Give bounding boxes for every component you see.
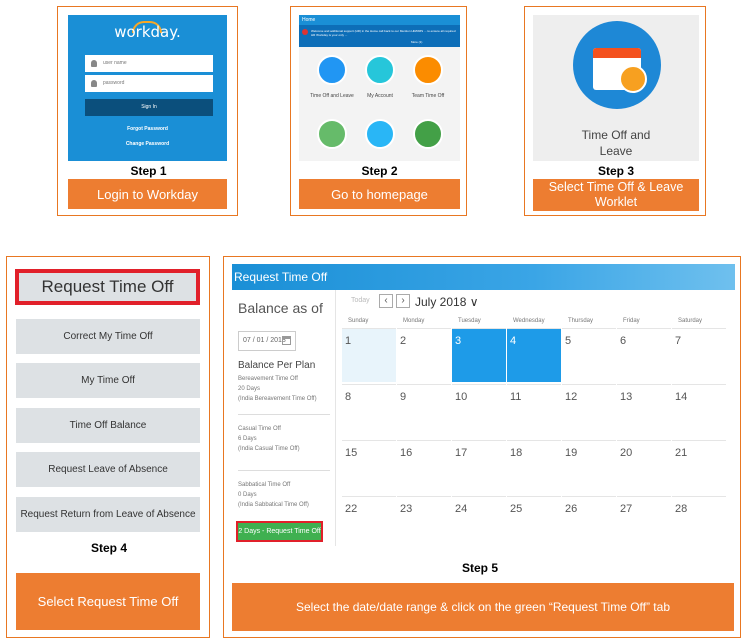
- workday-home-screen: Home Welcome and additional support (HR)…: [299, 15, 460, 161]
- step2-label: Step 2: [361, 164, 398, 178]
- month-selector[interactable]: July 2018 ∨: [415, 295, 479, 309]
- calendar-day-cell[interactable]: 11: [507, 384, 561, 436]
- calendar-day-cell[interactable]: 14: [672, 384, 726, 436]
- calendar-day-cell[interactable]: 18: [507, 440, 561, 492]
- today-button[interactable]: Today: [351, 297, 370, 304]
- calendar-day-cell[interactable]: 7: [672, 328, 726, 382]
- calendar-day-cell[interactable]: 16: [397, 440, 451, 492]
- weekday-header: Sunday: [348, 318, 369, 324]
- my-account-tile-icon[interactable]: [365, 55, 395, 85]
- calendar-day-cell[interactable]: 22: [342, 496, 396, 546]
- calendar-day-cell[interactable]: 6: [617, 328, 671, 382]
- request-leave-of-absence-item[interactable]: Request Leave of Absence: [16, 452, 200, 487]
- step5-label: Step 5: [462, 561, 499, 575]
- calendar-day-cell[interactable]: 8: [342, 384, 396, 436]
- tile-label-my-account: My Account: [367, 93, 393, 99]
- correct-my-time-off-item[interactable]: Correct My Time Off: [16, 319, 200, 354]
- time-off-worklet-icon: [573, 21, 661, 109]
- weekday-header: Monday: [403, 318, 425, 324]
- request-time-off-header: Request Time Off: [232, 264, 735, 290]
- calendar-day-cell[interactable]: 17: [452, 440, 506, 492]
- calendar-day-cell[interactable]: 21: [672, 440, 726, 492]
- heart-tile-icon[interactable]: [365, 119, 395, 149]
- weekday-header: Saturday: [678, 318, 703, 324]
- tile-label-team-time-off: Team Time Off: [411, 93, 445, 99]
- request-time-off-green-button[interactable]: 2 Days - Request Time Off: [236, 521, 323, 542]
- benefits-tile-icon[interactable]: [317, 119, 347, 149]
- calendar-picker-icon[interactable]: [282, 336, 291, 345]
- plan-casual: Casual Time Off 6 Days (India Casual Time …: [238, 426, 300, 452]
- request-return-from-leave-item[interactable]: Request Return from Leave of Absence: [16, 497, 200, 532]
- weekday-header: Tuesday: [458, 318, 481, 324]
- calendar-day-cell[interactable]: 4: [507, 328, 561, 382]
- balance-column: Balance as of 07 / 01 / 2018 Balance Per…: [232, 290, 336, 546]
- sign-in-button[interactable]: Sign In: [85, 99, 213, 116]
- step1-label: Step 1: [130, 164, 167, 178]
- announcement-banner: Welcome and additional support (HR) in t…: [299, 25, 460, 47]
- team-time-off-tile-icon[interactable]: [413, 55, 443, 85]
- calendar-day-cell[interactable]: 28: [672, 496, 726, 546]
- step4-label: Step 4: [90, 541, 127, 555]
- calendar-day-cell[interactable]: 12: [562, 384, 616, 436]
- plan-bereavement: Bereavement Time Off 20 Days (India Bereav…: [238, 376, 317, 402]
- password-field[interactable]: password: [85, 75, 213, 92]
- select-worklet-button: Select Time Off & Leave Worklet: [533, 179, 699, 211]
- plan-sabbatical: Sabbatical Time Off 0 Days (India Sabbatic…: [238, 482, 309, 508]
- weekday-header: Wednesday: [513, 318, 545, 324]
- workday-logo: workday.: [114, 23, 181, 41]
- step3-label: Step 3: [597, 164, 634, 178]
- calendar-day-cell[interactable]: 20: [617, 440, 671, 492]
- step5-instruction-button: Select the date/date range & click on th…: [232, 583, 734, 631]
- prev-month-icon[interactable]: ‹: [379, 294, 393, 308]
- my-time-off-item[interactable]: My Time Off: [16, 363, 200, 398]
- calendar-day-cell[interactable]: 3: [452, 328, 506, 382]
- calendar-day-cell[interactable]: 25: [507, 496, 561, 546]
- step4-panel: Request Time Off Correct My Time Off My …: [6, 256, 210, 638]
- calendar-day-cell[interactable]: 23: [397, 496, 451, 546]
- calendar-day-cell[interactable]: 27: [617, 496, 671, 546]
- username-field[interactable]: user name: [85, 55, 213, 72]
- balance-as-of-title: Balance as of: [238, 300, 323, 316]
- select-request-time-off-button: Select Request Time Off: [16, 573, 200, 630]
- worklet-label: Time Off and Leave: [581, 128, 651, 158]
- step3-panel: Time Off and Leave Step 3 Select Time Off…: [524, 6, 706, 216]
- next-month-icon[interactable]: ›: [396, 294, 410, 308]
- calendar-day-cell[interactable]: 9: [397, 384, 451, 436]
- request-time-off-calendar: Request Time Off Balance as of 07 / 01 /…: [232, 264, 735, 546]
- person-icon: [619, 65, 647, 93]
- tile-label-time-off: Time Off and Leave: [310, 93, 354, 99]
- balance-per-plan-title: Balance Per Plan: [238, 360, 316, 371]
- weekday-header: Thursday: [568, 318, 594, 324]
- calendar-day-cell[interactable]: 15: [342, 440, 396, 492]
- login-to-workday-button: Login to Workday: [68, 179, 227, 209]
- home-title-bar: Home: [299, 15, 460, 25]
- calendar-day-cell[interactable]: 19: [562, 440, 616, 492]
- time-off-leave-tile-icon[interactable]: [317, 55, 347, 85]
- time-off-balance-item[interactable]: Time Off Balance: [16, 408, 200, 443]
- time-off-worklet-tile[interactable]: Time Off and Leave: [533, 15, 699, 161]
- step2-panel: Home Welcome and additional support (HR)…: [290, 6, 467, 216]
- request-time-off-menu-item[interactable]: Request Time Off: [15, 269, 200, 305]
- weekday-header: Friday: [623, 318, 640, 324]
- step1-panel: workday. user name password Sign In Forg…: [57, 6, 238, 216]
- calendar-day-cell[interactable]: 1: [342, 328, 396, 382]
- clock-tile-icon[interactable]: [413, 119, 443, 149]
- user-icon: [91, 60, 97, 67]
- calendar-day-cell[interactable]: 2: [397, 328, 451, 382]
- calendar-day-cell[interactable]: 26: [562, 496, 616, 546]
- go-to-homepage-button: Go to homepage: [299, 179, 460, 209]
- calendar-day-cell[interactable]: 24: [452, 496, 506, 546]
- calendar-day-cell[interactable]: 10: [452, 384, 506, 436]
- forgot-password-link[interactable]: Forgot Password: [68, 126, 227, 132]
- step5-panel: Request Time Off Balance as of 07 / 01 /…: [223, 256, 741, 638]
- lock-icon: [91, 80, 97, 87]
- change-password-link[interactable]: Change Password: [68, 141, 227, 147]
- calendar-day-cell[interactable]: 13: [617, 384, 671, 436]
- workday-login-screen: workday. user name password Sign In Forg…: [68, 15, 227, 161]
- banner-more-link[interactable]: More (1): [411, 40, 422, 44]
- announcement-icon: [302, 29, 308, 35]
- balance-date-field[interactable]: 07 / 01 / 2018: [238, 331, 296, 351]
- calendar-day-cell[interactable]: 5: [562, 328, 616, 382]
